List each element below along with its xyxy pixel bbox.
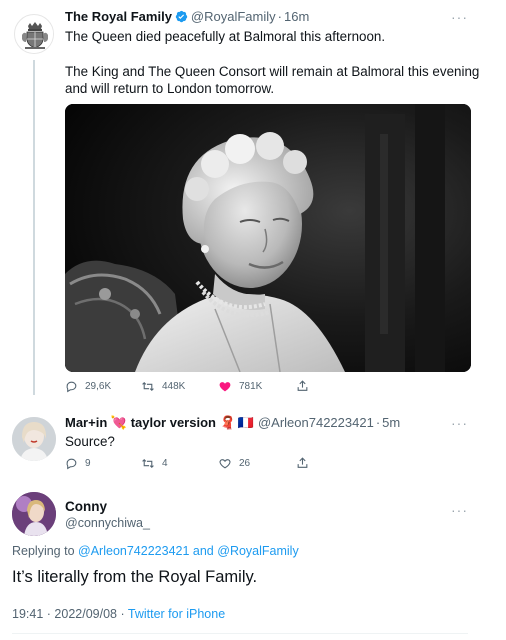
tweet-time[interactable]: 5m bbox=[382, 415, 400, 430]
author-handle[interactable]: @RoyalFamily bbox=[191, 9, 276, 24]
retweet-button[interactable]: 448K bbox=[141, 380, 218, 393]
tweet-reply-martin: Mar+in 💘 taylor version 🧣 🇫🇷 @Arleon742223… bbox=[0, 400, 506, 480]
conny-avatar[interactable] bbox=[12, 492, 56, 536]
separator-dot: · bbox=[120, 607, 125, 621]
tweet-royal-family: The Royal Family @RoyalFamily · 16m ··· The… bbox=[0, 0, 506, 400]
retweet-icon bbox=[142, 458, 154, 468]
author-name[interactable]: Mar+in bbox=[65, 415, 107, 430]
separator-dot: · bbox=[375, 415, 381, 430]
tweet2-header: Mar+in 💘 taylor version 🧣 🇫🇷 @Arleon742223… bbox=[65, 414, 400, 432]
share-button[interactable] bbox=[296, 456, 309, 470]
reply-icon bbox=[66, 458, 77, 469]
replying-to-line: Replying to @Arleon742223421 and @RoyalF… bbox=[12, 544, 299, 558]
separator-dot: · bbox=[46, 607, 51, 621]
author-name[interactable]: The Royal Family bbox=[65, 9, 172, 24]
more-options-button[interactable]: ··· bbox=[451, 416, 468, 430]
tweet2-text: Source? bbox=[65, 434, 115, 449]
reply-count: 9 bbox=[85, 457, 91, 469]
author-name-suffix[interactable]: taylor version bbox=[131, 415, 216, 430]
reply-count: 29,6K bbox=[85, 380, 112, 392]
replying-and: and bbox=[192, 544, 214, 558]
more-options-button[interactable]: ··· bbox=[451, 10, 468, 24]
like-button[interactable]: 26 bbox=[218, 457, 296, 470]
share-button[interactable] bbox=[296, 379, 309, 393]
replying-prefix: Replying to bbox=[12, 544, 75, 558]
tweet-time[interactable]: 16m bbox=[284, 9, 309, 24]
retweet-count: 4 bbox=[162, 457, 168, 469]
tweet1-text-line1: The Queen died peacefully at Balmoral th… bbox=[65, 29, 386, 44]
thread-connector bbox=[33, 60, 35, 395]
reply-button[interactable]: 29,6K bbox=[65, 380, 141, 393]
heart-arrow-emoji: 💘 bbox=[110, 415, 128, 430]
queen-portrait-image bbox=[65, 104, 471, 372]
royal-family-avatar[interactable] bbox=[14, 14, 54, 54]
mention-link[interactable]: @Arleon742223421 bbox=[78, 544, 189, 558]
royal-crest-icon bbox=[16, 16, 53, 53]
author-handle[interactable]: @connychiwa_ bbox=[65, 516, 150, 530]
tweet-metadata: 19:41 · 2022/09/08 · Twitter for iPhone bbox=[12, 607, 225, 621]
tweet1-actions: 29,6K 448K 781K bbox=[65, 379, 309, 393]
heart-filled-icon bbox=[219, 381, 231, 391]
profile-photo-icon bbox=[12, 492, 56, 536]
retweet-count: 448K bbox=[162, 380, 186, 392]
retweet-button[interactable]: 4 bbox=[141, 457, 218, 470]
reply-icon bbox=[66, 381, 77, 392]
like-button[interactable]: 781K bbox=[218, 380, 296, 393]
reply-button[interactable]: 9 bbox=[65, 457, 141, 470]
author-handle[interactable]: @Arleon742223421 bbox=[258, 415, 374, 430]
focused-tweet-text: It’s literally from the Royal Family. bbox=[12, 568, 258, 586]
mention-link[interactable]: @RoyalFamily bbox=[217, 544, 298, 558]
tweet1-text-line3: and will return to London tomorrow. bbox=[65, 81, 275, 96]
like-count: 781K bbox=[239, 380, 263, 392]
martin-avatar[interactable] bbox=[12, 417, 56, 461]
share-icon bbox=[297, 380, 308, 391]
tweet2-actions: 9 4 26 bbox=[65, 456, 309, 470]
verified-badge-icon bbox=[175, 10, 188, 23]
share-icon bbox=[297, 457, 308, 468]
tweet-time[interactable]: 19:41 bbox=[12, 607, 43, 621]
separator-dot: · bbox=[277, 9, 282, 24]
tweet-photo[interactable] bbox=[65, 104, 471, 372]
tweet-date[interactable]: 2022/09/08 bbox=[54, 607, 117, 621]
tweet1-header: The Royal Family @RoyalFamily · 16m bbox=[65, 8, 309, 26]
france-flag-emoji: 🇫🇷 bbox=[237, 415, 254, 430]
like-count: 26 bbox=[239, 457, 251, 469]
more-options-button[interactable]: ··· bbox=[451, 503, 468, 517]
scarf-emoji: 🧣 bbox=[219, 415, 236, 430]
retweet-icon bbox=[142, 381, 154, 391]
divider bbox=[12, 633, 468, 634]
profile-photo-icon bbox=[12, 417, 56, 461]
author-name[interactable]: Conny bbox=[65, 499, 107, 514]
tweet-source-link[interactable]: Twitter for iPhone bbox=[128, 607, 225, 621]
heart-outline-icon bbox=[219, 458, 231, 468]
